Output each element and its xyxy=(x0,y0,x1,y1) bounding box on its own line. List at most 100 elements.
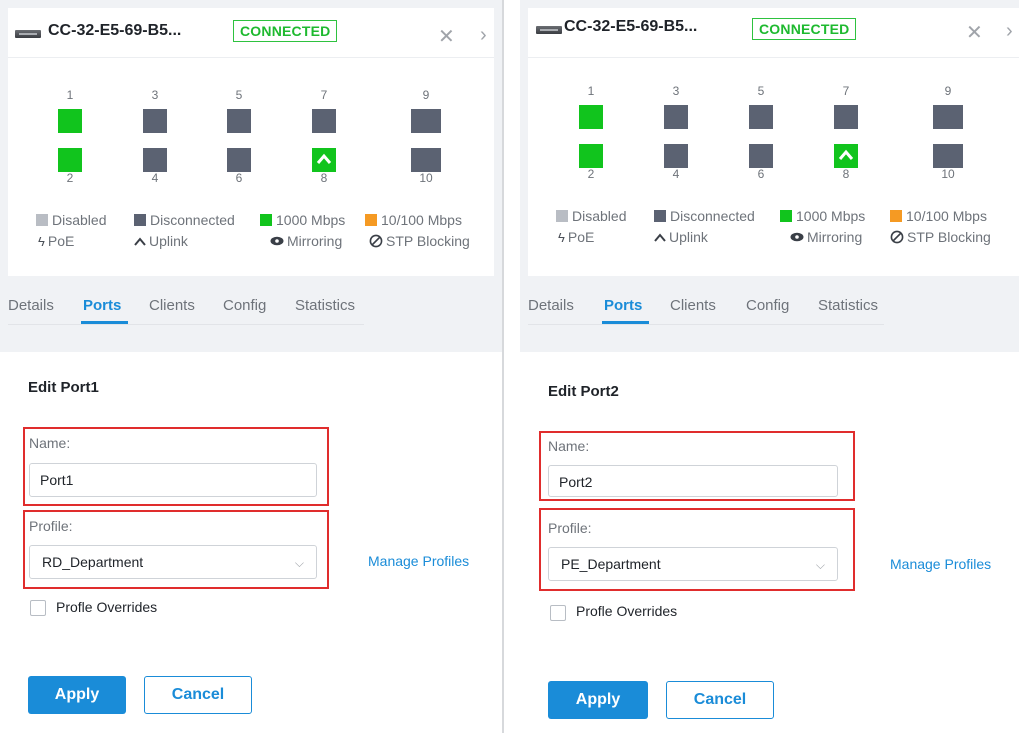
port-10[interactable] xyxy=(933,144,963,168)
legend-label: Mirroring xyxy=(807,229,863,245)
device-panel-left: CC-32-E5-69-B5... CONNECTED ✕ › 1 3 5 7 … xyxy=(0,0,502,733)
tab-ports[interactable]: Ports xyxy=(83,297,121,314)
device-name: CC-32-E5-69-B5... xyxy=(564,18,698,35)
tab-clients[interactable]: Clients xyxy=(670,297,716,314)
manage-profiles-link[interactable]: Manage Profiles xyxy=(890,556,991,572)
port-9[interactable] xyxy=(411,109,441,133)
switch-device-icon xyxy=(15,30,41,38)
legend-1000mbps: 1000 Mbps xyxy=(260,212,345,228)
legend-poe: ϟ PoE xyxy=(558,229,594,245)
legend-label: Disconnected xyxy=(670,208,755,224)
port-5[interactable] xyxy=(749,105,773,129)
tab-details[interactable]: Details xyxy=(8,297,54,314)
manage-profiles-link[interactable]: Manage Profiles xyxy=(368,553,469,569)
profile-overrides-checkbox[interactable] xyxy=(30,600,46,616)
legend-1000mbps: 1000 Mbps xyxy=(780,208,865,224)
port-number-5: 5 xyxy=(235,88,243,102)
close-icon[interactable]: ✕ xyxy=(438,24,455,49)
profile-overrides-checkbox[interactable] xyxy=(550,605,566,621)
legend-disconnected: Disconnected xyxy=(654,208,755,224)
device-card: CC-32-E5-69-B5... CONNECTED ✕ › 1 3 5 7 … xyxy=(8,8,494,276)
port-8[interactable] xyxy=(834,144,858,168)
tab-statistics[interactable]: Statistics xyxy=(818,297,878,314)
swatch-1000mbps xyxy=(780,210,792,222)
port-number-10: 10 xyxy=(419,171,433,185)
legend-mirroring: Mirroring xyxy=(790,229,862,245)
port-6[interactable] xyxy=(227,148,251,172)
name-value: Port1 xyxy=(40,472,74,488)
port-1[interactable] xyxy=(58,109,82,133)
port-3[interactable] xyxy=(143,109,167,133)
port-2[interactable] xyxy=(58,148,82,172)
port-8[interactable] xyxy=(312,148,336,172)
port-4[interactable] xyxy=(143,148,167,172)
port-number-10: 10 xyxy=(941,167,955,181)
legend-label: Uplink xyxy=(149,233,188,249)
port-7[interactable] xyxy=(312,109,336,133)
apply-button[interactable]: Apply xyxy=(28,676,126,714)
tab-baseline xyxy=(8,324,364,325)
port-5[interactable] xyxy=(227,109,251,133)
profile-select[interactable]: PE_Department ⌵ xyxy=(548,547,838,581)
chevron-right-icon[interactable]: › xyxy=(1006,20,1013,43)
port-9[interactable] xyxy=(933,105,963,129)
port-number-6: 6 xyxy=(757,167,765,181)
port-number-2: 2 xyxy=(587,167,595,181)
legend-stp-blocking: STP Blocking xyxy=(369,233,470,249)
device-card: CC-32-E5-69-B5... CONNECTED ✕ › 1 3 5 7 … xyxy=(528,8,1019,276)
profile-value: RD_Department xyxy=(42,554,144,570)
swatch-10-100mbps xyxy=(365,214,377,226)
profile-label: Profile: xyxy=(548,520,592,536)
edit-port-title: Edit Port2 xyxy=(548,383,619,400)
eye-icon xyxy=(270,236,284,246)
tab-clients[interactable]: Clients xyxy=(149,297,195,314)
chevron-down-icon: ⌵ xyxy=(815,558,825,572)
chevron-right-icon[interactable]: › xyxy=(480,24,487,47)
profile-overrides-label: Profle Overrides xyxy=(56,599,158,615)
port-number-3: 3 xyxy=(672,84,680,98)
device-panel-right: CC-32-E5-69-B5... CONNECTED ✕ › 1 3 5 7 … xyxy=(520,0,1019,733)
legend-label: Disabled xyxy=(572,208,627,224)
swatch-10-100mbps xyxy=(890,210,902,222)
port-number-2: 2 xyxy=(66,171,74,185)
name-field[interactable]: Port2 xyxy=(548,465,838,497)
port-3[interactable] xyxy=(664,105,688,129)
port-7[interactable] xyxy=(834,105,858,129)
chevron-down-icon: ⌵ xyxy=(294,556,304,570)
cancel-button[interactable]: Cancel xyxy=(666,681,774,719)
name-field[interactable]: Port1 xyxy=(29,463,317,497)
legend-label: STP Blocking xyxy=(907,229,991,245)
tab-ports[interactable]: Ports xyxy=(604,297,642,314)
legend-label: Mirroring xyxy=(287,233,343,249)
profile-value: PE_Department xyxy=(561,556,661,572)
profile-label: Profile: xyxy=(29,518,73,534)
port-2[interactable] xyxy=(579,144,603,168)
apply-button[interactable]: Apply xyxy=(548,681,648,719)
legend-label: Uplink xyxy=(669,229,708,245)
port-number-5: 5 xyxy=(757,84,765,98)
port-4[interactable] xyxy=(664,144,688,168)
legend-label: 1000 Mbps xyxy=(276,212,346,228)
legend-uplink: Uplink xyxy=(654,229,708,245)
swatch-disabled xyxy=(36,214,48,226)
device-name: CC-32-E5-69-B5... xyxy=(48,22,182,39)
legend-stp-blocking: STP Blocking xyxy=(890,229,991,245)
legend-disabled: Disabled xyxy=(556,208,626,224)
status-badge: CONNECTED xyxy=(752,18,857,40)
uplink-legend-icon xyxy=(134,237,146,246)
port-1[interactable] xyxy=(579,105,603,129)
tab-details[interactable]: Details xyxy=(528,297,574,314)
profile-select[interactable]: RD_Department ⌵ xyxy=(29,545,317,579)
swatch-disconnected xyxy=(654,210,666,222)
tab-config[interactable]: Config xyxy=(746,297,789,314)
port-6[interactable] xyxy=(749,144,773,168)
profile-overrides-label: Profle Overrides xyxy=(576,603,678,619)
tab-statistics[interactable]: Statistics xyxy=(295,297,355,314)
status-badge: CONNECTED xyxy=(233,20,338,42)
tab-config[interactable]: Config xyxy=(223,297,266,314)
legend-label: 1000 Mbps xyxy=(796,208,866,224)
name-label: Name: xyxy=(29,435,71,451)
port-10[interactable] xyxy=(411,148,441,172)
cancel-button[interactable]: Cancel xyxy=(144,676,252,714)
close-icon[interactable]: ✕ xyxy=(966,20,983,45)
